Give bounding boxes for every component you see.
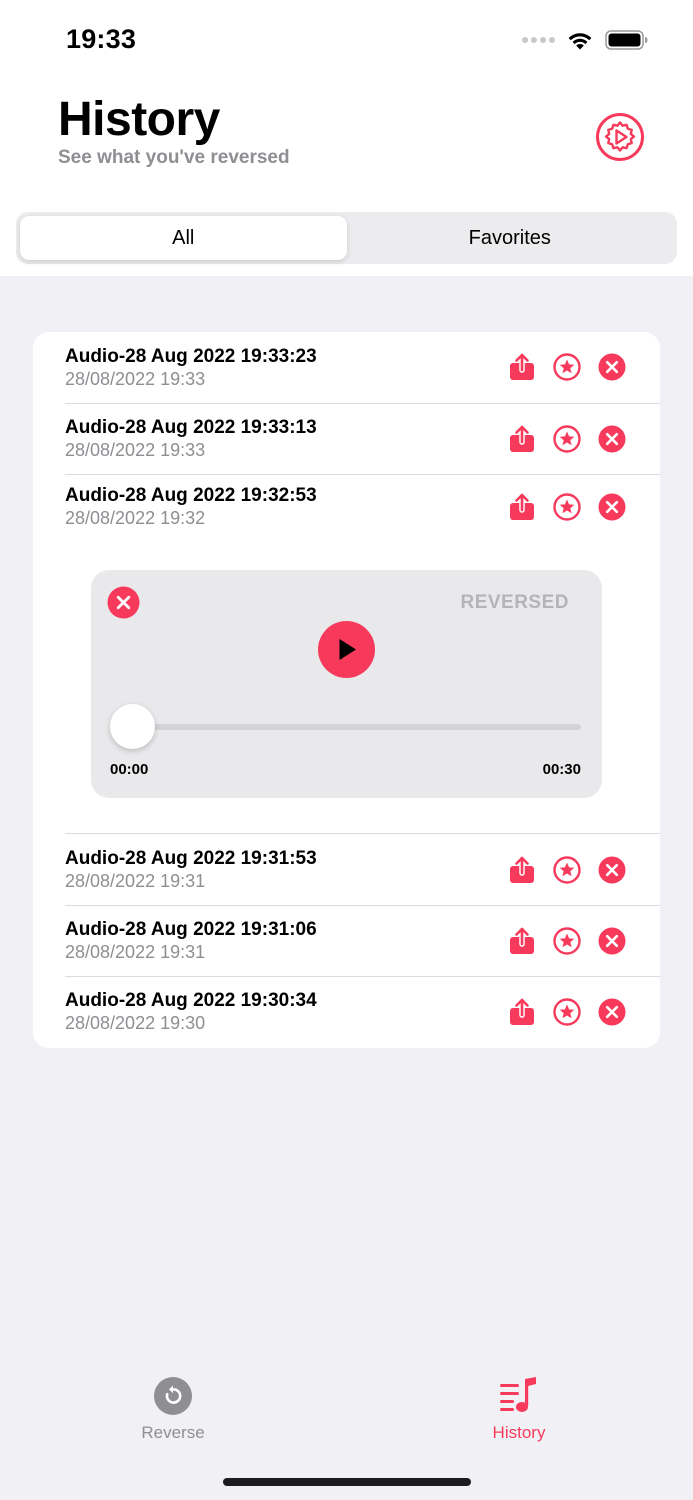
list-item[interactable]: Audio-28 Aug 2022 19:33:13 28/08/2022 19… — [33, 403, 660, 475]
progress-track[interactable] — [111, 724, 581, 730]
list-item[interactable]: Audio-28 Aug 2022 19:30:34 28/08/2022 19… — [33, 976, 660, 1047]
status-time: 19:33 — [66, 24, 137, 54]
delete-x-icon[interactable] — [598, 998, 626, 1026]
status-indicators — [522, 26, 649, 54]
play-icon — [339, 639, 356, 660]
filter-segmented-control: All Favorites — [16, 212, 677, 264]
tab-history-label: History — [492, 1423, 546, 1442]
header-area: 19:33 History See what you've reversed A… — [0, 0, 693, 276]
row-actions — [508, 425, 626, 453]
home-indicator — [223, 1478, 471, 1486]
signal-icon — [522, 37, 555, 43]
row-actions — [508, 927, 626, 955]
segment-favorites[interactable]: Favorites — [347, 216, 674, 260]
recording-title: Audio-28 Aug 2022 19:31:53 — [65, 848, 317, 869]
recording-title: Audio-28 Aug 2022 19:32:53 — [65, 485, 317, 506]
recordings-list: Audio-28 Aug 2022 19:33:23 28/08/2022 19… — [33, 332, 660, 1048]
row-actions — [508, 856, 626, 884]
star-circle-icon[interactable] — [553, 353, 581, 381]
wifi-icon — [568, 33, 592, 50]
delete-x-icon[interactable] — [598, 927, 626, 955]
share-icon[interactable] — [508, 998, 536, 1026]
star-circle-icon[interactable] — [553, 998, 581, 1026]
music-list-icon — [500, 1377, 536, 1412]
row-actions — [508, 998, 626, 1026]
tab-history[interactable]: History — [459, 1374, 579, 1446]
list-item[interactable]: Audio-28 Aug 2022 19:31:06 28/08/2022 19… — [33, 905, 660, 977]
close-player-icon[interactable] — [107, 586, 140, 619]
recording-title: Audio-28 Aug 2022 19:31:06 — [65, 919, 317, 940]
delete-x-icon[interactable] — [598, 425, 626, 453]
recording-date: 28/08/2022 19:32 — [65, 508, 206, 528]
row-actions — [508, 493, 626, 521]
segment-all[interactable]: All — [20, 216, 347, 260]
delete-x-icon[interactable] — [598, 856, 626, 884]
tab-reverse[interactable]: Reverse — [113, 1374, 233, 1446]
reverse-arrow-icon — [154, 1377, 192, 1415]
delete-x-icon[interactable] — [598, 353, 626, 381]
recording-date: 28/08/2022 19:30 — [65, 1013, 206, 1033]
delete-x-icon[interactable] — [598, 493, 626, 521]
recording-date: 28/08/2022 19:33 — [65, 369, 206, 389]
recording-title: Audio-28 Aug 2022 19:33:13 — [65, 417, 317, 438]
reversed-label: REVERSED — [460, 592, 569, 613]
play-button[interactable] — [318, 621, 375, 678]
recording-date: 28/08/2022 19:31 — [65, 871, 206, 891]
duration: 00:30 — [542, 761, 581, 778]
current-time: 00:00 — [110, 761, 149, 778]
list-item[interactable]: Audio-28 Aug 2022 19:31:53 28/08/2022 19… — [33, 834, 660, 906]
recording-title: Audio-28 Aug 2022 19:33:23 — [65, 346, 317, 367]
share-icon[interactable] — [508, 927, 536, 955]
recording-date: 28/08/2022 19:33 — [65, 440, 206, 460]
list-item[interactable]: Audio-28 Aug 2022 19:33:23 28/08/2022 19… — [33, 332, 660, 404]
progress-thumb[interactable] — [110, 704, 155, 749]
tab-reverse-label: Reverse — [141, 1423, 205, 1442]
share-icon[interactable] — [508, 493, 536, 521]
page-title: History — [58, 93, 220, 146]
recording-title: Audio-28 Aug 2022 19:30:34 — [65, 990, 317, 1011]
star-circle-icon[interactable] — [553, 927, 581, 955]
page-subtitle: See what you've reversed — [58, 147, 290, 168]
star-circle-icon[interactable] — [553, 856, 581, 884]
star-circle-icon[interactable] — [553, 493, 581, 521]
row-actions — [508, 353, 626, 381]
share-icon[interactable] — [508, 856, 536, 884]
share-icon[interactable] — [508, 425, 536, 453]
share-icon[interactable] — [508, 353, 536, 381]
audio-player: REVERSED 00:00 00:30 — [91, 570, 602, 798]
settings-gear-icon[interactable] — [595, 112, 645, 162]
battery-icon — [605, 30, 648, 50]
recording-date: 28/08/2022 19:31 — [65, 942, 206, 962]
star-circle-icon[interactable] — [553, 425, 581, 453]
